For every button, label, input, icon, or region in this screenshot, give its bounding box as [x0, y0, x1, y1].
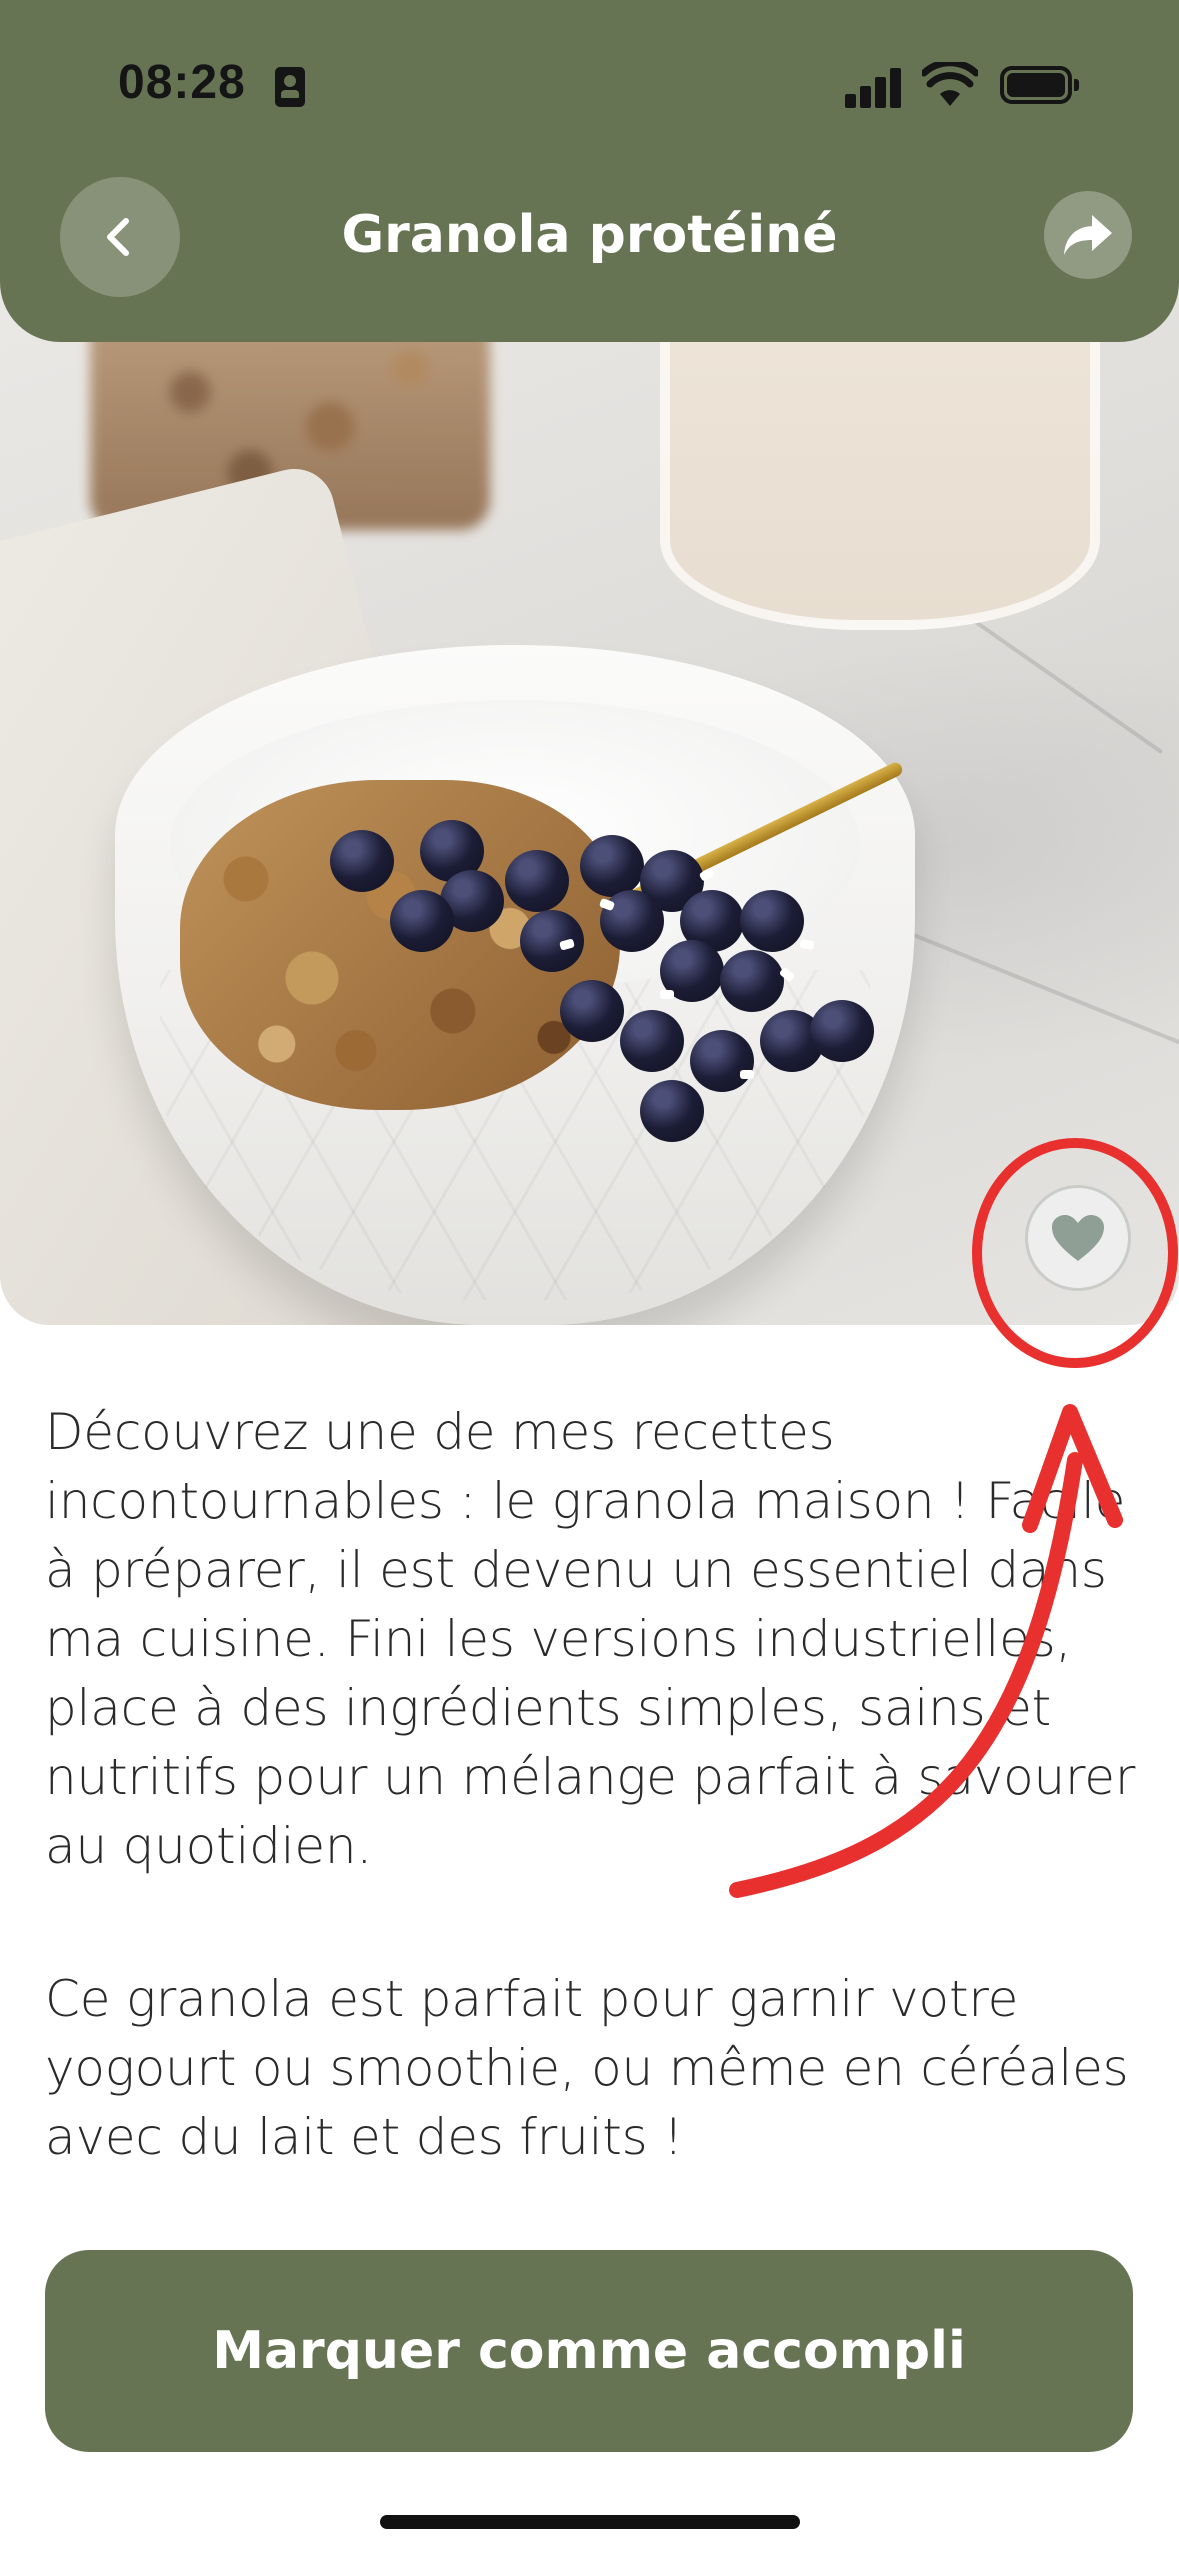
description-paragraph-1: Découvrez une de mes recettes incontourn…: [45, 1403, 1136, 1875]
description-paragraph-2: Ce granola est parfait pour garnir votre…: [45, 1970, 1129, 2166]
share-arrow-icon: [1064, 215, 1112, 255]
cellular-signal-icon: [845, 66, 903, 108]
chevron-left-icon: [107, 218, 129, 256]
page-title: Granola protéiné: [341, 205, 838, 265]
back-button[interactable]: [60, 177, 180, 297]
battery-icon: [1000, 66, 1079, 104]
status-time: 08:28: [118, 56, 246, 109]
favorite-button[interactable]: [1025, 1185, 1131, 1291]
wifi-icon: [922, 62, 978, 106]
recipe-description: Découvrez une de mes recettes incontourn…: [45, 1398, 1145, 2256]
heart-icon: [1052, 1215, 1104, 1261]
id-card-icon: [275, 67, 305, 107]
recipe-photo: [0, 250, 1179, 1325]
mark-complete-button[interactable]: Marquer comme accompli: [45, 2250, 1133, 2452]
share-button[interactable]: [1044, 191, 1132, 279]
home-indicator: [380, 2515, 800, 2529]
top-header: 08:28 Granola protéiné: [0, 0, 1179, 342]
